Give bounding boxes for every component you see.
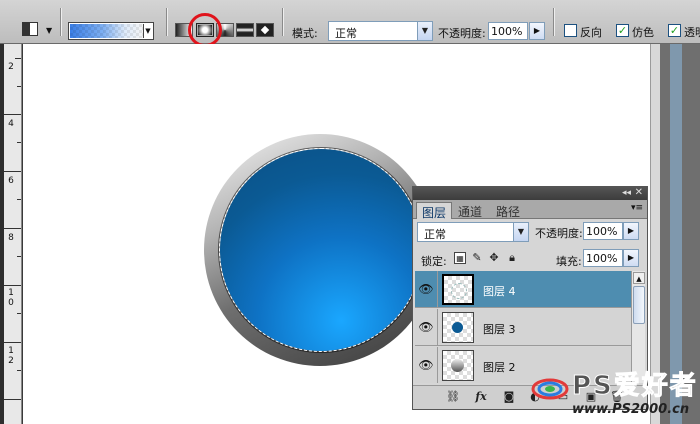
blend-mode-select[interactable]: 正常 ▼ xyxy=(417,222,529,242)
layer-name[interactable]: 图层 4 xyxy=(483,283,516,299)
watermark-logo-icon xyxy=(531,378,569,400)
ruler-tick xyxy=(15,58,21,59)
separator xyxy=(166,8,167,36)
collapse-icon[interactable]: ◂◂ xyxy=(622,187,631,199)
options-bar: ▼ ▼ 模式: 正常 ▼ 不透明度: 100% ▶ 反向 ✓ 仿色 ✓ 透明 xyxy=(0,0,700,47)
lock-icon[interactable]: 🔒︎ xyxy=(506,252,518,264)
thumbnail-shape xyxy=(451,359,464,372)
brush-icon[interactable]: ✎ xyxy=(471,252,483,264)
layers-scrollbar[interactable]: ▲ xyxy=(631,271,645,383)
mode-value: 正常 xyxy=(335,27,357,40)
eye-icon[interactable]: 👁︎ xyxy=(417,281,435,297)
close-icon[interactable]: ✕ xyxy=(635,187,643,199)
mode-label: 模式: xyxy=(292,27,318,40)
mask-icon[interactable]: ◙ xyxy=(501,390,517,404)
dither-checkbox[interactable]: ✓ xyxy=(616,24,629,37)
transparency-checkbox[interactable]: ✓ xyxy=(668,24,681,37)
link-icon[interactable]: ⛓ xyxy=(445,390,461,404)
move-icon[interactable]: ✥ xyxy=(488,252,500,264)
layer-opacity-label: 不透明度: xyxy=(535,227,583,240)
layer-name[interactable]: 图层 2 xyxy=(483,359,516,375)
transparency-label: 透明 xyxy=(684,26,700,39)
workspace-background xyxy=(660,44,700,424)
chevron-down-icon[interactable]: ▼ xyxy=(46,26,52,35)
eye-icon[interactable]: 👁︎ xyxy=(417,357,435,373)
lock-transparent-icon[interactable]: ▦ xyxy=(454,252,466,264)
ruler-label: 1 2 xyxy=(8,346,14,366)
ruler-tick xyxy=(4,399,21,400)
ruler-tick xyxy=(4,171,21,172)
separator xyxy=(282,8,283,36)
ruler-tick xyxy=(4,342,21,343)
tab-paths[interactable]: 路径 xyxy=(491,202,525,219)
highlight-circle xyxy=(188,13,222,47)
layer-row[interactable]: 👁︎ 图层 4 xyxy=(415,271,631,308)
layer-thumbnail[interactable] xyxy=(442,312,474,343)
ruler-tick xyxy=(17,142,21,143)
fx-icon[interactable]: fx xyxy=(473,390,489,404)
panel-titlebar[interactable]: ◂◂ ✕ xyxy=(413,187,647,200)
ruler-tick xyxy=(17,313,21,314)
layer-row[interactable]: 👁︎ 图层 3 xyxy=(415,309,631,346)
ruler-label: 4 xyxy=(8,119,14,129)
reverse-label: 反向 xyxy=(580,26,602,39)
eye-icon[interactable]: 👁︎ xyxy=(417,319,435,335)
divider xyxy=(437,271,438,308)
tool-preset-icon[interactable] xyxy=(22,22,38,36)
gradient-picker[interactable]: ▼ xyxy=(68,22,154,40)
ruler-tick xyxy=(4,285,21,286)
layer-name[interactable]: 图层 3 xyxy=(483,321,516,337)
watermark: PS爱好者 www.PS2000.cn xyxy=(530,372,698,420)
selection-marquee[interactable] xyxy=(219,148,423,352)
chevron-down-icon[interactable]: ▼ xyxy=(143,24,152,38)
canvas-scrollbar[interactable] xyxy=(650,44,660,424)
ruler-label: 8 xyxy=(8,233,14,243)
layer-thumbnail[interactable] xyxy=(442,350,474,381)
thumbnail-shape xyxy=(451,283,467,299)
opacity-field[interactable]: 100% xyxy=(488,22,528,40)
ruler-tick xyxy=(17,199,21,200)
panel-menu-icon[interactable]: ▾≡ xyxy=(631,203,643,213)
ruler-label: 6 xyxy=(8,176,14,186)
gradient-preview[interactable] xyxy=(70,24,144,38)
tab-layers[interactable]: 图层 xyxy=(416,202,453,220)
chevron-down-icon[interactable]: ▼ xyxy=(417,22,432,40)
fill-field[interactable]: 100% xyxy=(583,249,623,267)
watermark-url: www.PS2000.cn xyxy=(572,402,690,417)
ruler-label: 1 0 xyxy=(8,288,14,308)
ruler-tick xyxy=(17,86,21,87)
fill-label: 填充: xyxy=(556,255,582,268)
panel-tabs: 图层 通道 路径 ▾≡ xyxy=(413,200,647,220)
ruler-tick xyxy=(17,256,21,257)
lock-label: 锁定: xyxy=(421,255,447,268)
mode-select[interactable]: 正常 ▼ xyxy=(328,21,433,41)
blend-mode-value: 正常 xyxy=(424,228,446,241)
separator xyxy=(553,8,554,36)
reverse-checkbox[interactable] xyxy=(564,24,577,37)
fill-stepper-icon[interactable]: ▶ xyxy=(623,249,639,267)
thumbnail-shape xyxy=(452,322,463,333)
watermark-text: PS爱好者 xyxy=(572,371,698,401)
divider xyxy=(437,347,438,383)
scrollbar-thumb[interactable] xyxy=(633,286,645,324)
ruler-tick xyxy=(17,370,21,371)
separator xyxy=(60,8,61,36)
layer-opacity-field[interactable]: 100% xyxy=(583,222,623,240)
divider xyxy=(437,309,438,346)
scroll-up-icon[interactable]: ▲ xyxy=(633,272,645,284)
reflected-gradient-button[interactable] xyxy=(236,23,254,37)
layer-thumbnail[interactable] xyxy=(442,274,474,305)
dither-label: 仿色 xyxy=(632,26,654,39)
ruler-label: 2 xyxy=(8,62,14,72)
ruler-tick xyxy=(4,228,21,229)
chevron-down-icon[interactable]: ▼ xyxy=(513,223,528,241)
layer-opacity-stepper-icon[interactable]: ▶ xyxy=(623,222,639,240)
layer-list: 👁︎ 图层 4 👁︎ 图层 3 👁︎ 图层 2 xyxy=(415,271,631,383)
tab-channels[interactable]: 通道 xyxy=(453,202,487,219)
ruler-tick xyxy=(4,114,21,115)
opacity-stepper-icon[interactable]: ▶ xyxy=(529,22,545,40)
opacity-label: 不透明度: xyxy=(438,27,486,40)
diamond-gradient-button[interactable] xyxy=(256,23,274,37)
vertical-ruler: 2 4 6 8 1 0 1 2 xyxy=(4,44,22,424)
